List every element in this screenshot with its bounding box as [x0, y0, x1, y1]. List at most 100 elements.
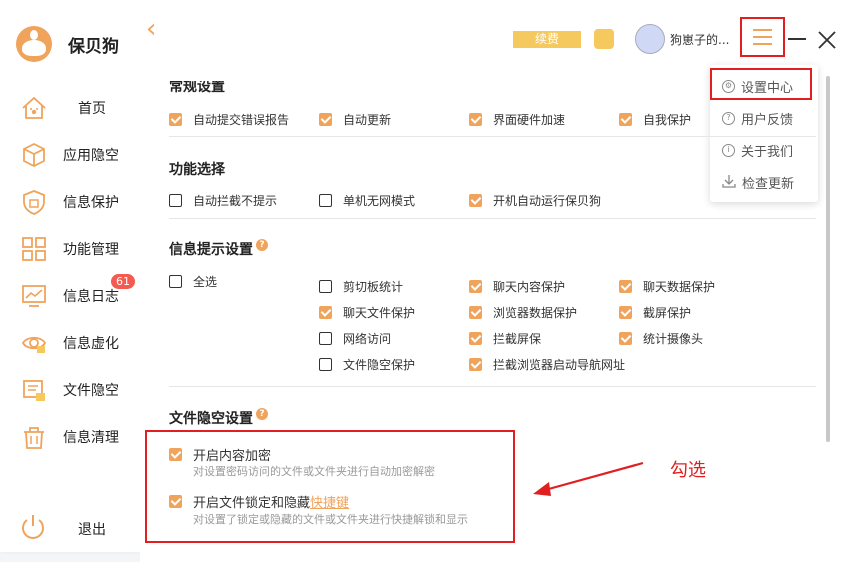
sidebar-item-label: 应用隐空	[63, 147, 119, 164]
annotation-arrow-icon	[533, 461, 644, 496]
checkbox-box	[469, 194, 482, 207]
question-icon: ?	[722, 112, 735, 125]
checkbox-box	[469, 358, 482, 371]
checkbox-box	[619, 113, 632, 126]
checkbox-label: 界面硬件加速	[493, 113, 566, 127]
home-paw-icon	[20, 94, 48, 122]
tshirt-icon[interactable]	[594, 29, 614, 49]
shield-bag-icon	[20, 188, 48, 216]
sidebar-item-features[interactable]: 功能管理	[0, 225, 140, 272]
checkbox-screenshot[interactable]: 截屏保护	[619, 304, 691, 321]
checkbox-box	[319, 113, 332, 126]
menu-item-label: 检查更新	[742, 177, 795, 192]
sidebar: 保贝狗 首页 应用隐空 信息保护 功能管理 信息日志 61 信息虚化 文件隐空 …	[0, 0, 140, 552]
avatar[interactable]	[635, 24, 665, 54]
sidebar-item-info-log[interactable]: 信息日志 61	[0, 272, 140, 319]
checkbox-label: 截屏保护	[643, 306, 692, 320]
checkbox-box	[469, 280, 482, 293]
download-icon	[722, 174, 736, 192]
unread-count-badge: 61	[111, 274, 135, 289]
menu-item-update[interactable]: 检查更新	[722, 173, 794, 192]
checkbox-self-protect[interactable]: 自我保护	[619, 111, 691, 128]
checkbox-chat-content[interactable]: 聊天内容保护	[469, 278, 565, 295]
eye-lock-icon	[20, 329, 48, 357]
logout-label: 退出	[78, 522, 106, 538]
checkbox-box	[469, 332, 482, 345]
cube-icon	[20, 141, 48, 169]
sidebar-item-label: 信息保护	[63, 194, 119, 211]
dog-logo-icon	[16, 26, 52, 62]
checkbox-label: 剪切板统计	[343, 280, 404, 294]
checkbox-chat-data[interactable]: 聊天数据保护	[619, 278, 715, 295]
scrollbar[interactable]	[826, 76, 830, 442]
checkbox-label: 自我保护	[643, 113, 692, 127]
username[interactable]: 狗崽子的...	[670, 31, 729, 48]
checkbox-screensaver[interactable]: 拦截屏保	[469, 330, 541, 347]
divider	[169, 136, 816, 137]
section-title-file-space: 文件隐空设置?	[169, 408, 268, 428]
sidebar-item-info-protect[interactable]: 信息保护	[0, 178, 140, 225]
menu-item-about[interactable]: i 关于我们	[722, 141, 793, 160]
checkbox-browser-data[interactable]: 浏览器数据保护	[469, 304, 577, 321]
checkbox-box	[319, 306, 332, 319]
sidebar-item-label: 信息虚化	[63, 335, 119, 352]
logout-button[interactable]: 退出	[18, 512, 106, 546]
hamburger-menu-button[interactable]	[740, 17, 785, 57]
checkbox-label: 聊天文件保护	[343, 306, 416, 320]
checkbox-camera[interactable]: 统计摄像头	[619, 330, 703, 347]
menu-item-feedback[interactable]: ? 用户反馈	[722, 109, 793, 128]
sidebar-item-app-space[interactable]: 应用隐空	[0, 131, 140, 178]
renew-button[interactable]: 续费	[513, 31, 581, 48]
checkbox-box	[319, 194, 332, 207]
sidebar-item-cleanup[interactable]: 信息清理	[0, 413, 140, 460]
checkbox-file-space[interactable]: 文件隐空保护	[319, 356, 415, 373]
divider	[169, 218, 816, 219]
sidebar-item-home[interactable]: 首页	[0, 84, 140, 131]
checkbox-select-all[interactable]: 全选	[169, 273, 217, 290]
checkbox-label: 统计摄像头	[643, 332, 704, 346]
brand: 保贝狗	[16, 26, 119, 62]
info-icon: i	[722, 144, 735, 157]
sidebar-item-info-blur[interactable]: 信息虚化	[0, 319, 140, 366]
sidebar-item-file-space[interactable]: 文件隐空	[0, 366, 140, 413]
power-icon	[18, 512, 48, 546]
checkbox-auto-report[interactable]: 自动提交错误报告	[169, 111, 289, 128]
checkbox-box	[319, 332, 332, 345]
checkbox-label: 全选	[193, 275, 218, 289]
app-name: 保贝狗	[68, 36, 119, 57]
checkbox-box	[619, 280, 632, 293]
trash-icon	[20, 423, 48, 451]
checkbox-network[interactable]: 网络访问	[319, 330, 391, 347]
checkbox-box	[169, 275, 182, 288]
minimize-icon[interactable]	[788, 38, 806, 40]
checkbox-box	[619, 306, 632, 319]
section-title-text: 信息提示设置	[169, 242, 253, 258]
checkbox-box	[469, 306, 482, 319]
checkbox-offline-mode[interactable]: 单机无网模式	[319, 192, 415, 209]
menu-line	[753, 29, 772, 31]
grid-icon	[20, 235, 48, 263]
sidebar-item-label: 信息日志	[63, 288, 119, 305]
checkbox-label: 网络访问	[343, 332, 392, 346]
annotation-label: 勾选	[670, 460, 706, 481]
help-icon[interactable]: ?	[256, 239, 268, 251]
checkbox-label: 聊天数据保护	[643, 280, 716, 294]
checkbox-auto-block[interactable]: 自动拦截不提示	[169, 192, 277, 209]
menu-line	[753, 36, 772, 38]
section-title-text: 文件隐空设置	[169, 411, 253, 427]
checkbox-autostart[interactable]: 开机自动运行保贝狗	[469, 192, 601, 209]
checkbox-chat-file[interactable]: 聊天文件保护	[319, 304, 415, 321]
checkbox-box	[619, 332, 632, 345]
close-icon[interactable]	[817, 30, 837, 50]
checkbox-label: 单机无网模式	[343, 194, 416, 208]
checkbox-browser-nav[interactable]: 拦截浏览器启动导航网址	[469, 356, 625, 373]
checkbox-hw-accel[interactable]: 界面硬件加速	[469, 111, 565, 128]
menu-line	[753, 43, 772, 45]
section-title-notify: 信息提示设置?	[169, 239, 268, 259]
checkbox-auto-update[interactable]: 自动更新	[319, 111, 391, 128]
divider	[169, 386, 816, 387]
back-chevron-icon[interactable]: ‹	[146, 16, 156, 42]
checkbox-clipboard[interactable]: 剪切板统计	[319, 278, 403, 295]
help-icon[interactable]: ?	[256, 408, 268, 420]
checkbox-label: 自动提交错误报告	[193, 113, 290, 127]
